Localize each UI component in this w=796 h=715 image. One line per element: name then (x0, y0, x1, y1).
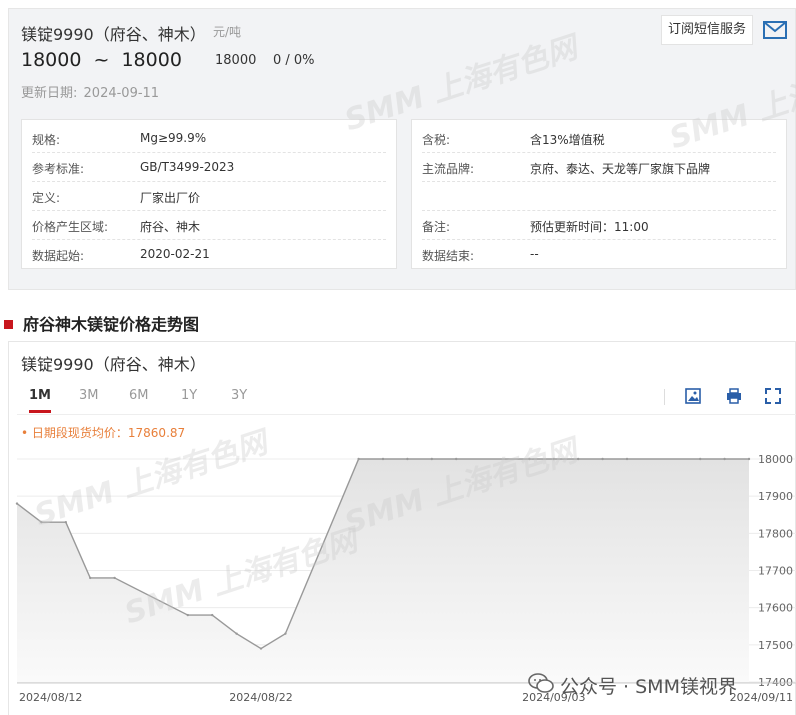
x-tick-label: 2024/08/12 (19, 691, 82, 704)
wechat-icon (528, 673, 554, 693)
x-tick-label: 2024/08/22 (229, 691, 292, 704)
data-point (235, 632, 238, 635)
info-value: GB/T3499-2023 (140, 160, 235, 174)
data-point (625, 457, 629, 461)
section-marker (4, 320, 13, 329)
info-value: 厂家出厂价 (140, 191, 201, 205)
mail-icon[interactable] (763, 20, 787, 40)
data-point (699, 457, 702, 461)
info-value: 府谷、神木 (140, 220, 201, 234)
data-point (577, 457, 580, 461)
info-value: 京府、泰达、天龙等厂家旗下品牌 (530, 162, 711, 176)
toolbar-divider (664, 389, 665, 405)
info-value: 含13%增值税 (530, 133, 605, 147)
price-separator: ~ (93, 49, 110, 71)
subscribe-sms-button[interactable]: 订阅短信服务 (661, 15, 753, 45)
data-point (284, 632, 287, 635)
data-point (357, 457, 360, 461)
y-tick-label: 17600 (758, 602, 793, 615)
x-tick-label: 2024/09/11 (730, 691, 793, 704)
y-tick-label: 17800 (758, 527, 793, 540)
update-date: 更新日期: 2024-09-11 (21, 82, 159, 101)
data-point (455, 457, 458, 461)
info-key: 参考标准: (32, 162, 85, 176)
y-tick-label: 17700 (758, 565, 793, 578)
info-key: 主流品牌: (422, 162, 475, 176)
price-average: 18000 (215, 53, 257, 68)
data-point (747, 457, 751, 461)
price-high: 18000 (121, 49, 182, 71)
info-key: 数据起始: (32, 249, 85, 263)
info-row: 定义: 厂家出厂价 (32, 182, 386, 211)
info-row: 规格: Mg≥99.9% (32, 124, 386, 153)
info-value: -- (530, 247, 539, 261)
fullscreen-icon[interactable] (764, 387, 782, 405)
data-point (211, 613, 214, 617)
info-value: 2020-02-21 (140, 247, 210, 261)
info-key: 定义: (32, 191, 61, 205)
update-value: 2024-09-11 (83, 86, 160, 101)
info-row: 备注: 预估更新时间：11:00 (422, 211, 776, 240)
spec-info-box-left: 规格: Mg≥99.9% 参考标准: GB/T3499-2023 定义: 厂家出厂价价格产… (21, 119, 397, 269)
info-key: 数据结束: (422, 249, 475, 263)
data-point (406, 457, 409, 461)
info-row: 价格产生区域: 府谷、神木 (32, 211, 386, 240)
info-value: Mg≥99.9% (140, 131, 207, 145)
tab-1y[interactable]: 1Y (181, 388, 197, 403)
data-point (723, 457, 726, 461)
info-row: 含税: 含13%增值税 (422, 124, 776, 153)
price-low: 18000 (21, 49, 82, 71)
data-point (40, 520, 43, 524)
price-change: 0 / 0% (273, 53, 315, 68)
info-row: 主流品牌: 京府、泰达、天龙等厂家旗下品牌 (422, 153, 776, 182)
chart-panel: 镁锭9990（府谷、神木） 1M 3M 6M 1Y 3Y • 日期段现货均价：1… (8, 341, 796, 715)
print-icon[interactable] (725, 387, 743, 405)
info-row: 参考标准: GB/T3499-2023 (32, 153, 386, 182)
data-point (601, 457, 604, 461)
data-point (186, 613, 189, 617)
info-key: 价格产生区域: (32, 220, 109, 234)
info-key: 含税: (422, 133, 451, 147)
tab-3y[interactable]: 3Y (231, 388, 247, 403)
data-point (64, 520, 67, 524)
price-range: 18000 ~ 18000 (21, 49, 182, 71)
footer-credit: 公众号 · SMM镁视界 (560, 676, 737, 698)
y-tick-label: 18000 (758, 453, 793, 466)
section-title: 府谷神木镁锭价格走势图 (4, 311, 199, 335)
info-row: 数据起始: 2020-02-21 (32, 240, 386, 269)
tab-3m[interactable]: 3M (79, 388, 99, 403)
y-tick-label: 17900 (758, 490, 793, 503)
chart-title: 镁锭9990（府谷、神木） (21, 355, 206, 374)
info-value: 预估更新时间：11:00 (530, 220, 649, 234)
spec-info-box-right: 含税: 含13%增值税主流品牌: 京府、泰达、天龙等厂家旗下品牌备注: 预估更新时间：… (411, 119, 787, 269)
y-tick-label: 17500 (758, 639, 793, 652)
data-point (430, 457, 433, 461)
data-point (381, 457, 385, 461)
tab-1m[interactable]: 1M (29, 388, 51, 413)
data-point (113, 576, 116, 580)
info-row: 数据结束: -- (422, 240, 776, 269)
tab-6m[interactable]: 6M (129, 388, 149, 403)
info-row (422, 182, 776, 211)
data-point (89, 576, 92, 580)
data-point (528, 457, 531, 461)
price-unit: 元/吨 (213, 25, 242, 39)
data-point (552, 457, 555, 461)
data-point (15, 502, 19, 505)
price-summary-panel: 镁锭9990（府谷、神木） 元/吨 18000 ~ 18000 18000 0 … (8, 8, 796, 290)
tab-divider (17, 414, 796, 415)
download-image-icon[interactable] (684, 387, 702, 405)
product-title: 镁锭9990（府谷、神木） (21, 25, 206, 44)
section-title-text: 府谷神木镁锭价格走势图 (23, 315, 200, 334)
info-key: 规格: (32, 133, 61, 147)
update-label: 更新日期: (21, 86, 78, 101)
data-point (259, 647, 263, 650)
info-key: 备注: (422, 220, 451, 234)
